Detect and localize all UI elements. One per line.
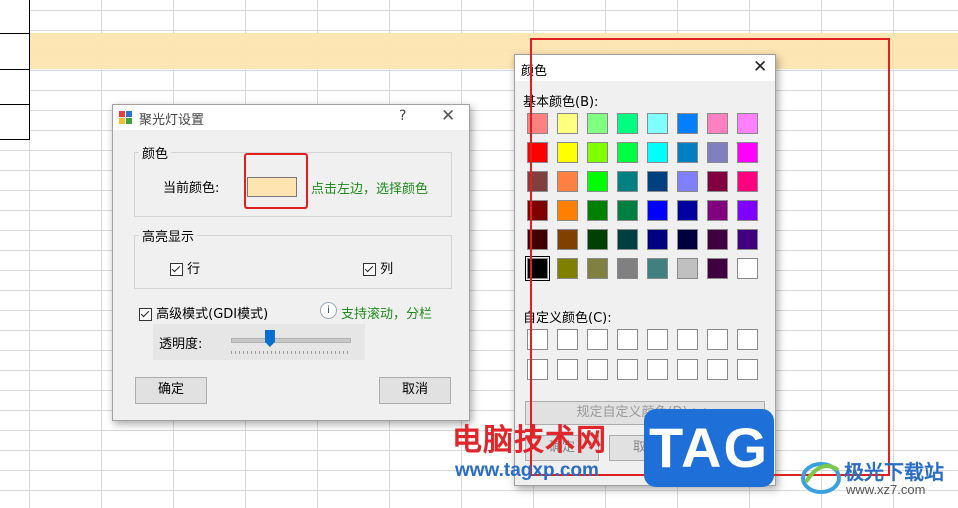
current-color-label: 当前颜色: xyxy=(163,181,220,196)
opacity-track xyxy=(231,338,351,343)
info-icon: i xyxy=(320,302,337,319)
row-checkbox[interactable]: 行 xyxy=(170,258,200,277)
watermark-brand-url: www.xz7.com xyxy=(846,482,926,497)
swatch-highlight-mark xyxy=(244,153,308,209)
advanced-mode-checkbox[interactable]: 高级模式(GDI模式) xyxy=(139,303,268,322)
dialog-title: 聚光灯设置 xyxy=(139,113,205,128)
ok-button[interactable]: 确定 xyxy=(135,377,207,404)
color-group-label: 颜色 xyxy=(139,143,172,162)
advanced-hint: 支持滚动，分栏 xyxy=(341,307,433,322)
opacity-label: 透明度: xyxy=(159,337,203,352)
close-button[interactable]: ✕ xyxy=(441,106,455,126)
opacity-ticks xyxy=(231,351,349,354)
highlight-group-label: 高亮显示 xyxy=(139,226,198,245)
row-label: 行 xyxy=(187,262,201,277)
watermark-brand: 极光下载站 xyxy=(844,460,944,484)
tag-logo: TAG xyxy=(644,409,774,487)
column-label: 列 xyxy=(380,262,394,277)
row-header xyxy=(0,0,30,140)
title-bar[interactable]: 聚光灯设置 ? ✕ xyxy=(113,105,469,130)
aurora-logo-icon xyxy=(801,462,841,494)
click-hint: 点击左边，选择颜色 xyxy=(311,182,429,197)
tag-logo-text: TAG xyxy=(648,416,770,479)
row-check-icon xyxy=(170,263,183,276)
help-button[interactable]: ? xyxy=(399,108,406,124)
cancel-button[interactable]: 取消 xyxy=(379,377,451,404)
watermark-site-url: www.tagxp.com xyxy=(455,460,599,481)
watermark-site-name: 电脑技术网 xyxy=(452,423,607,458)
column-check-icon xyxy=(363,263,376,276)
column-checkbox[interactable]: 列 xyxy=(363,258,393,277)
app-icon xyxy=(119,111,132,124)
spotlight-settings-dialog: 聚光灯设置 ? ✕ 颜色 当前颜色: 点击左边，选择颜色 高亮显示 行 列 高级… xyxy=(112,104,470,421)
advanced-mode-label: 高级模式(GDI模式) xyxy=(156,307,269,322)
advanced-check-icon xyxy=(139,308,152,321)
